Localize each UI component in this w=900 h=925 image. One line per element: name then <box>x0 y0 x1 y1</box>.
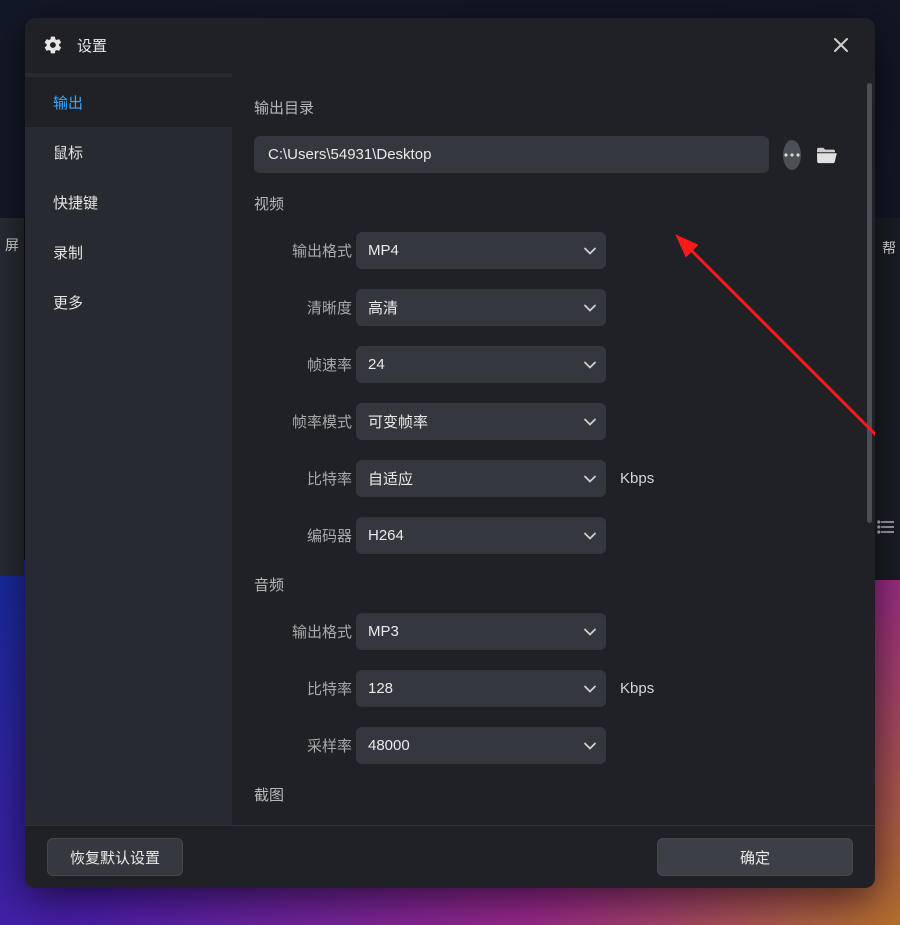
bg-left-hint: 屏 <box>0 218 24 576</box>
folder-icon <box>815 146 837 164</box>
video-encoder-select[interactable]: H264 <box>356 517 606 554</box>
video-format-select[interactable]: MP4 <box>356 232 606 269</box>
video-fps-label: 帧速率 <box>254 354 352 375</box>
content-scrollbar[interactable] <box>867 83 872 523</box>
audio-sample-row: 采样率 48000 <box>254 727 837 764</box>
sidebar-item-label: 鼠标 <box>53 142 83 163</box>
bg-right-hint: 帮 <box>882 238 896 258</box>
settings-dialog: 设置 输出 鼠标 快捷键 录制 更多 输出目录 C:\Users\54931\D… <box>25 18 875 888</box>
section-title-screenshot: 截图 <box>254 784 837 805</box>
video-fps-select[interactable]: 24 <box>356 346 606 383</box>
ok-button[interactable]: 确定 <box>657 838 853 876</box>
section-title-audio: 音频 <box>254 574 837 595</box>
audio-format-row: 输出格式 MP3 <box>254 613 837 650</box>
video-fps-row: 帧速率 24 <box>254 346 837 383</box>
sidebar-item-output[interactable]: 输出 <box>25 77 232 127</box>
close-icon <box>833 37 849 53</box>
open-folder-button[interactable] <box>815 140 837 170</box>
output-dir-row: C:\Users\54931\Desktop <box>254 136 837 173</box>
settings-sidebar: 输出 鼠标 快捷键 录制 更多 <box>25 73 232 825</box>
video-bitrate-unit: Kbps <box>620 470 654 487</box>
close-button[interactable] <box>825 29 857 61</box>
video-bitrate-label: 比特率 <box>254 468 352 489</box>
chevron-down-icon <box>584 737 596 754</box>
video-encoder-label: 编码器 <box>254 525 352 546</box>
audio-sample-label: 采样率 <box>254 735 352 756</box>
chevron-down-icon <box>584 413 596 430</box>
chevron-down-icon <box>584 527 596 544</box>
chevron-down-icon <box>584 680 596 697</box>
chevron-down-icon <box>584 623 596 640</box>
sidebar-item-more[interactable]: 更多 <box>25 277 232 327</box>
audio-format-label: 输出格式 <box>254 621 352 642</box>
video-fpsmode-label: 帧率模式 <box>254 411 352 432</box>
video-quality-label: 清晰度 <box>254 297 352 318</box>
sidebar-item-record[interactable]: 录制 <box>25 227 232 277</box>
dialog-footer: 恢复默认设置 确定 <box>25 825 875 888</box>
video-format-row: 输出格式 MP4 <box>254 232 837 269</box>
video-fpsmode-select[interactable]: 可变帧率 <box>356 403 606 440</box>
list-icon <box>878 520 894 537</box>
video-bitrate-row: 比特率 自适应 Kbps <box>254 460 837 497</box>
audio-bitrate-select[interactable]: 128 <box>356 670 606 707</box>
reset-defaults-button[interactable]: 恢复默认设置 <box>47 838 183 876</box>
settings-scroll[interactable]: 输出目录 C:\Users\54931\Desktop 视频 输出格式 MP4 <box>232 73 867 825</box>
sidebar-item-label: 快捷键 <box>53 192 98 213</box>
sidebar-item-hotkey[interactable]: 快捷键 <box>25 177 232 227</box>
settings-content: 输出目录 C:\Users\54931\Desktop 视频 输出格式 MP4 <box>232 73 875 825</box>
video-encoder-row: 编码器 H264 <box>254 517 837 554</box>
audio-format-select[interactable]: MP3 <box>356 613 606 650</box>
video-quality-select[interactable]: 高清 <box>356 289 606 326</box>
bg-right-strip: 帮 <box>872 218 900 580</box>
video-quality-row: 清晰度 高清 <box>254 289 837 326</box>
section-title-video: 视频 <box>254 193 837 214</box>
dialog-body: 输出 鼠标 快捷键 录制 更多 输出目录 C:\Users\54931\Desk… <box>25 73 875 825</box>
audio-bitrate-unit: Kbps <box>620 680 654 697</box>
sidebar-item-label: 输出 <box>53 92 83 113</box>
audio-bitrate-label: 比特率 <box>254 678 352 699</box>
chevron-down-icon <box>584 242 596 259</box>
audio-sample-select[interactable]: 48000 <box>356 727 606 764</box>
chevron-down-icon <box>584 299 596 316</box>
sidebar-item-label: 更多 <box>53 292 83 313</box>
section-title-output-dir: 输出目录 <box>254 97 837 118</box>
output-dir-input[interactable]: C:\Users\54931\Desktop <box>254 136 769 173</box>
gear-icon <box>43 35 63 55</box>
chevron-down-icon <box>584 356 596 373</box>
video-bitrate-select[interactable]: 自适应 <box>356 460 606 497</box>
video-fpsmode-row: 帧率模式 可变帧率 <box>254 403 837 440</box>
audio-bitrate-row: 比特率 128 Kbps <box>254 670 837 707</box>
dialog-titlebar: 设置 <box>25 18 875 73</box>
sidebar-item-mouse[interactable]: 鼠标 <box>25 127 232 177</box>
sidebar-item-label: 录制 <box>53 242 83 263</box>
chevron-down-icon <box>584 470 596 487</box>
dialog-title: 设置 <box>77 35 107 56</box>
ellipsis-icon <box>784 153 800 157</box>
video-format-label: 输出格式 <box>254 240 352 261</box>
more-button[interactable] <box>783 140 801 170</box>
